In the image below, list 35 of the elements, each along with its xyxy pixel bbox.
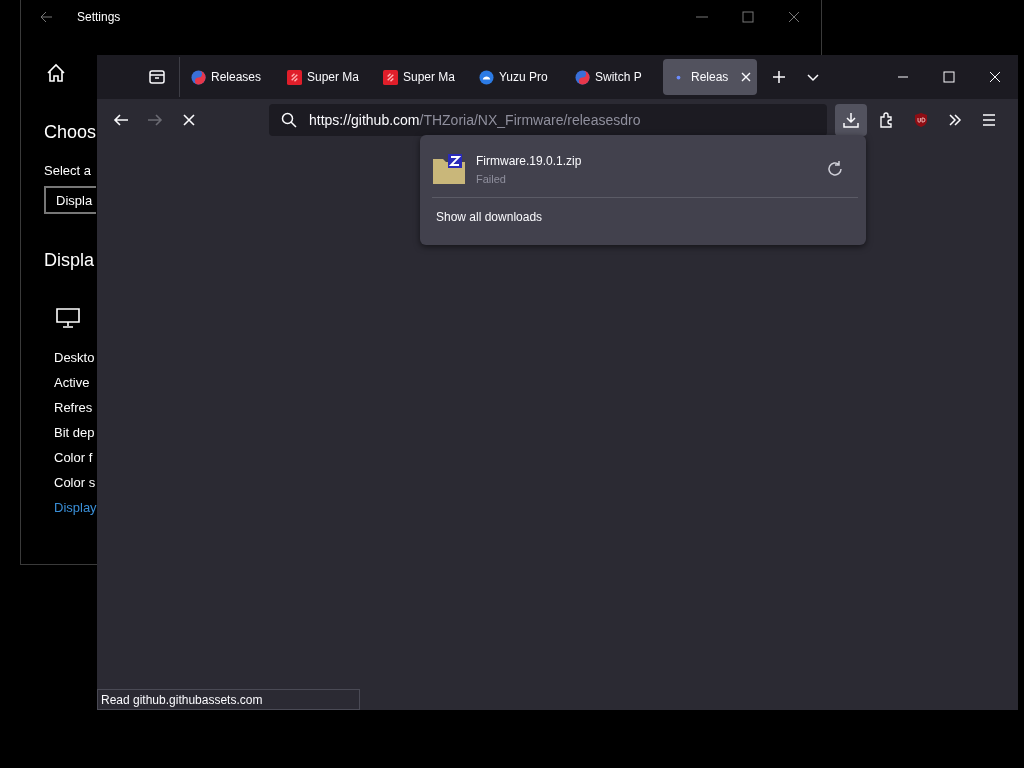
home-icon[interactable] [46,63,66,83]
download-status: Failed [476,172,507,185]
browser-tab[interactable]: Releas [663,59,757,95]
browser-tab[interactable]: Super Ma [375,59,469,95]
page-heading: Choos [44,122,97,143]
swirl-icon [191,69,206,85]
setting-label: Bit dep [54,424,96,442]
search-icon [281,112,297,128]
back-arrow-icon[interactable] [39,10,53,24]
zip-file-icon [432,153,466,185]
file-name[interactable]: Firmware.19.0.1.zip [476,153,582,168]
show-all-downloads-button[interactable]: Show all downloads [428,204,551,230]
logo-icon [383,69,398,85]
url-text: https://github.com/THZoria/NX_Firmware/releasesdro [309,112,641,128]
select-label: Select a [44,163,91,178]
setting-label: Active [54,374,91,392]
settings-link[interactable]: Display [54,499,97,517]
setting-label: Deskto [54,349,96,367]
retry-icon[interactable] [826,160,844,178]
address-bar[interactable]: https://github.com/THZoria/NX_Firmware/releasesdro [269,104,827,136]
monitor-icon [56,307,80,329]
window-title: Settings [77,10,121,24]
swirl-icon [575,69,590,85]
tab-close-icon[interactable] [741,72,751,82]
status-text: Read github.githubassets.com [97,689,360,710]
logo-icon [287,69,302,85]
browser-tab[interactable]: Releases [183,59,277,95]
browser-tab[interactable]: Yuzu Pro [471,59,565,95]
browser-tab[interactable]: Super Ma [279,59,373,95]
browser-tab[interactable]: Switch P [567,59,661,95]
setting-label: Color f [54,449,94,467]
setting-label: Color s [54,474,97,492]
download-icon[interactable] [835,104,867,136]
section-heading: Displa [44,250,95,271]
setting-label: Refres [54,399,94,417]
